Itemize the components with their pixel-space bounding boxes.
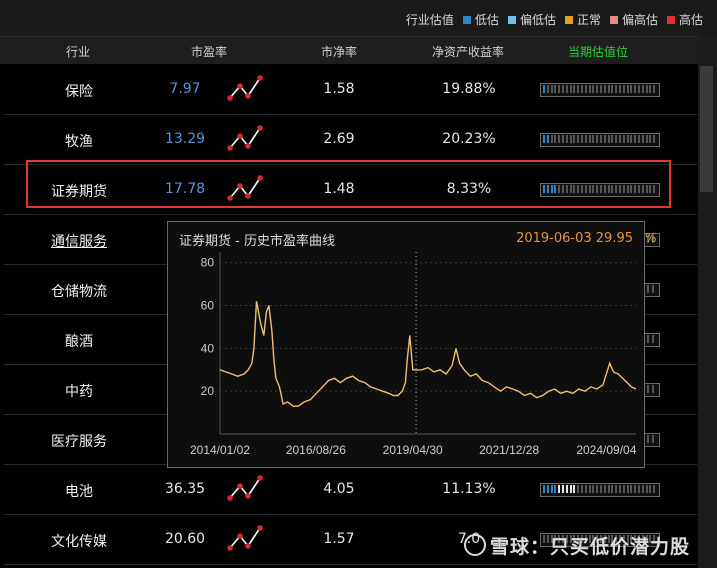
legend-item-label: 偏高估 (621, 13, 658, 27)
x-tick-label: 2019/04/30 (383, 443, 443, 457)
legend-swatch (507, 15, 516, 24)
industry-name[interactable]: 仓储物流 (4, 281, 154, 301)
pb-value: 2.69 (323, 131, 355, 147)
pe-trend-sparkline-icon[interactable] (226, 122, 266, 156)
valuation-gauge (644, 333, 660, 347)
x-tick-label: 2024/09/04 (576, 443, 636, 457)
y-tick-label: 80 (201, 256, 215, 270)
legend-item-low: 低估 (462, 11, 499, 28)
industry-name[interactable]: 文化传媒 (4, 531, 154, 551)
legend-label: 行业估值 (405, 13, 454, 27)
pe-trend-sparkline-icon[interactable] (226, 472, 266, 506)
legend-swatch (666, 15, 675, 24)
y-tick-label: 60 (201, 299, 215, 313)
pe-value[interactable]: 13.29 (154, 131, 216, 147)
industry-name[interactable]: 中药 (4, 381, 154, 401)
pb-value: 1.58 (323, 81, 355, 97)
table-row[interactable]: 电池 36.35 4.05 11.13% (4, 464, 697, 515)
pb-value: 4.05 (323, 481, 355, 497)
roe-value: 20.23% (442, 131, 496, 147)
legend-item-normal: 正常 (564, 11, 601, 28)
legend-swatch (462, 15, 471, 24)
x-tick-label: 2014/01/02 (190, 443, 250, 457)
industry-name[interactable]: 保险 (4, 81, 154, 101)
table-row[interactable]: 保险 7.97 1.58 19.88% (4, 64, 697, 115)
xueqiu-logo-icon (464, 534, 486, 556)
table-header: 行业 市盈率 市净率 净资产收益率 当期估值位 (0, 36, 698, 64)
legend-item-slightly-high: 偏高估 (609, 11, 658, 28)
x-tick-label: 2016/08/26 (286, 443, 346, 457)
roe-value: 19.88% (442, 81, 496, 97)
legend-item-high: 高估 (666, 11, 703, 28)
y-tick-label: 40 (201, 341, 215, 355)
legend-swatch (609, 15, 618, 24)
legend-item-label: 低估 (474, 13, 499, 27)
highlight-box (26, 160, 671, 208)
header-current-level[interactable]: 当期估值位 (568, 43, 628, 60)
pe-value[interactable]: 36.35 (154, 481, 216, 497)
pe-trend-sparkline-icon[interactable] (226, 522, 266, 556)
industry-name[interactable]: 电池 (4, 481, 154, 501)
industry-name[interactable]: 牧渔 (4, 131, 154, 151)
valuation-gauge (540, 133, 660, 147)
roe-value: 11.13% (442, 481, 496, 497)
pe-history-chart: 20 40 60 80 2014/01/02 2016/08/26 2019/04/30 20… (190, 252, 637, 457)
x-tick-label: 2021/12/28 (479, 443, 539, 457)
industry-name[interactable]: 酿酒 (4, 331, 154, 351)
hidden-roe-peek: % (645, 231, 657, 245)
legend-item-slightly-low: 偏低估 (507, 11, 556, 28)
legend-bar: 行业估值 低估 偏低估 正常 偏高估 高估 (0, 0, 717, 36)
header-industry[interactable]: 行业 (66, 43, 90, 60)
pe-series-line (219, 301, 637, 407)
legend-item-label: 高估 (678, 13, 703, 27)
y-tick-label: 20 (201, 384, 215, 398)
scrollbar-thumb[interactable] (700, 66, 713, 192)
table-row[interactable]: 牧渔 13.29 2.69 20.23% (4, 114, 697, 165)
header-roe[interactable]: 净资产收益率 (432, 43, 504, 60)
header-pb[interactable]: 市净率 (321, 43, 357, 60)
valuation-legend: 行业估值 低估 偏低估 正常 偏高估 高估 (406, 11, 703, 28)
legend-swatch (564, 15, 573, 24)
valuation-gauge (644, 283, 660, 297)
header-pe[interactable]: 市盈率 (191, 43, 227, 60)
valuation-gauge (540, 83, 660, 97)
pe-trend-sparkline-icon[interactable] (226, 72, 266, 106)
pe-value[interactable]: 7.97 (154, 81, 216, 97)
valuation-gauge (540, 483, 660, 497)
pe-history-popup: 证券期货 - 历史市盈率曲线 2019-06-03 29.95 20 40 60 80… (167, 221, 645, 468)
valuation-gauge (644, 383, 660, 397)
pe-value[interactable]: 20.60 (154, 531, 216, 547)
valuation-gauge (644, 433, 660, 447)
industry-name[interactable]: 医疗服务 (4, 431, 154, 451)
watermark-text: 雪球：只买低价潜力股 (490, 536, 691, 558)
industry-name[interactable]: 通信服务 (4, 231, 154, 251)
legend-item-label: 正常 (576, 13, 601, 27)
pb-value: 1.57 (323, 531, 355, 547)
legend-item-label: 偏低估 (519, 13, 556, 27)
